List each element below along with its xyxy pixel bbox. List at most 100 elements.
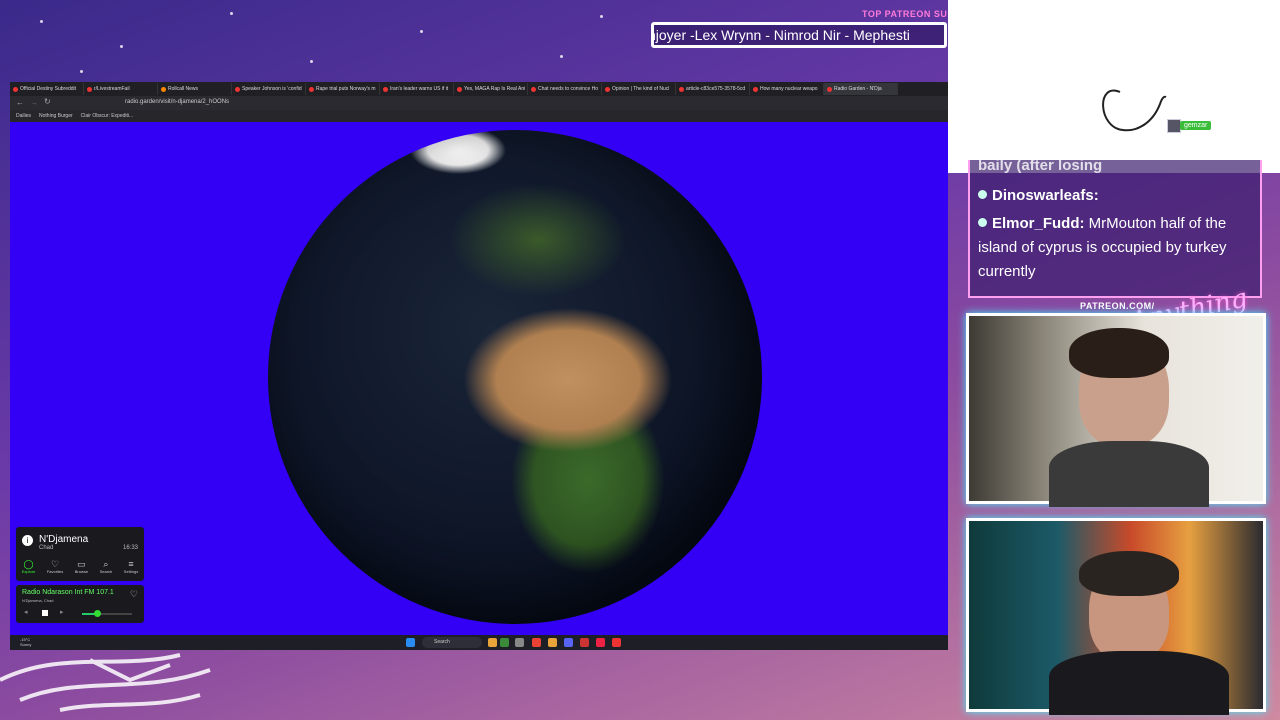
bookmark-item[interactable]: Dailies: [16, 113, 31, 119]
browser-tab[interactable]: Opinion | The kind of Nucl: [602, 83, 676, 95]
tab-label: Rollcall News: [168, 86, 199, 92]
chat-bubble-icon: [978, 218, 987, 227]
browser-tab[interactable]: Iran's leader warns US if it: [380, 83, 454, 95]
nav-search[interactable]: ⌕ Search: [100, 557, 113, 579]
nav-label: Browse: [74, 569, 89, 574]
nav-label: Explore: [21, 569, 36, 574]
next-icon[interactable]: ▸: [60, 608, 64, 616]
tab-label: Speaker Johnson is 'confid: [242, 86, 302, 92]
chat-message: baily (after losing: [970, 160, 1260, 178]
url-text[interactable]: radio.garden/visit/n-djamena/2_hOONs: [125, 99, 229, 105]
drawer-avatar: [1167, 119, 1181, 133]
chat-message: Elmor_Fudd: MrMouton half of the island …: [970, 212, 1260, 284]
tab-favicon-icon: [531, 86, 536, 92]
tab-label: Official Destiny Subreddit: [20, 86, 77, 92]
browser-tab[interactable]: Rollcall News: [158, 83, 232, 95]
drawing-stroke: [1102, 89, 1167, 132]
audio-player: Radio Ndarason Int FM 107.1 N'Djamena, C…: [16, 585, 144, 623]
radio-garden-nav: ◯ Explore ♡ Favorites ▭ Browse ⌕ Search ≡ Set…: [16, 557, 144, 579]
tab-favicon-icon: [753, 86, 758, 92]
chat-message: Dinoswarleafs:: [970, 184, 1260, 208]
tab-label: Opinion | The kind of Nucl: [612, 86, 670, 92]
tab-favicon-icon: [457, 86, 462, 92]
stop-button[interactable]: [42, 610, 48, 616]
tab-label: Iran's leader warns US if it: [390, 86, 449, 92]
tab-favicon-icon: [87, 86, 92, 92]
tab-favicon-icon: [161, 86, 166, 92]
tab-favicon-icon: [383, 86, 388, 92]
search-icon: ⌕: [103, 559, 109, 569]
tab-favicon-icon: [235, 86, 240, 92]
address-bar[interactable]: ← → ↻ radio.garden/visit/n-djamena/2_hOO…: [10, 96, 948, 110]
tab-label: How many nuclear weapo: [760, 86, 818, 92]
drawer-name-tag: gemzar: [1180, 121, 1212, 130]
now-playing-location: N'Djamena, Chad: [22, 598, 54, 603]
cracked-ground-decoration: [0, 653, 211, 712]
heart-icon: ♡: [51, 559, 60, 569]
volume-slider[interactable]: [82, 610, 132, 617]
forward-icon[interactable]: →: [30, 98, 38, 107]
tab-favicon-icon: [605, 86, 610, 92]
nav-label: Search: [99, 569, 113, 574]
nav-favorites[interactable]: ♡ Favorites: [47, 557, 63, 579]
tab-bar: Official Destiny Subreddit r/LivestreamFa…: [10, 82, 948, 96]
tab-label: article-c83ce575-3578-5cd: [686, 86, 746, 92]
bookmarks-bar: Dailies Nothing Burger Clair Obscur: Exp…: [10, 110, 948, 122]
patreon-ticker-text: njoyer -Lex Wrynn - Nimrod Nir - Mephest…: [651, 27, 910, 43]
browser-tab[interactable]: article-c83ce575-3578-5cd: [676, 83, 750, 95]
bookmark-item[interactable]: Nothing Burger: [39, 113, 73, 119]
now-playing-station[interactable]: Radio Ndarason Int FM 107.1: [22, 589, 114, 596]
browser-tab[interactable]: Radio Garden - N'Dja: [824, 83, 898, 95]
nav-label: Favorites: [46, 569, 64, 574]
radio-garden-viewport[interactable]: [10, 122, 948, 635]
chat-username: Elmor_Fudd:: [992, 215, 1085, 232]
reload-icon[interactable]: ↻: [44, 97, 51, 106]
chat-bubble-icon: [978, 190, 987, 199]
tab-label: r/LivestreamFail: [94, 86, 130, 92]
nav-explore[interactable]: ◯ Explore: [22, 557, 36, 579]
globe[interactable]: [268, 130, 762, 624]
browser-tab[interactable]: r/LivestreamFail: [84, 83, 158, 95]
map-icon: ▭: [77, 559, 86, 569]
browser-tab[interactable]: Official Destiny Subreddit: [10, 83, 84, 95]
browser-tab[interactable]: How many nuclear weapo: [750, 83, 824, 95]
tab-label: Rape trial puts Norway's m: [316, 86, 376, 92]
tab-favicon-icon: [309, 86, 314, 92]
nav-browse[interactable]: ▭ Browse: [75, 557, 88, 579]
browser-tab[interactable]: Speaker Johnson is 'confid: [232, 83, 306, 95]
tab-favicon-icon: [13, 86, 18, 92]
menu-icon: ≡: [128, 559, 134, 569]
tab-label: Yes, MAGA Rap Is Real Ani: [464, 86, 526, 92]
favorite-heart-icon[interactable]: ♡: [130, 589, 138, 600]
tab-favicon-icon: [827, 86, 832, 92]
browser-tab[interactable]: Yes, MAGA Rap Is Real Ani: [454, 83, 528, 95]
browser-tab[interactable]: Chat needs to convince Ho: [528, 83, 602, 95]
chat-username: baily (after losing: [978, 160, 1103, 174]
volume-knob[interactable]: [94, 610, 101, 617]
patreon-ticker: njoyer -Lex Wrynn - Nimrod Nir - Mephest…: [651, 22, 947, 48]
tab-favicon-icon: [679, 86, 684, 92]
drawing-canvas: [948, 0, 1280, 173]
streamer-shirt: [1049, 441, 1209, 507]
headset: [1079, 551, 1179, 596]
tab-label: Chat needs to convince Ho: [538, 86, 599, 92]
webcam-bottom: [966, 518, 1266, 715]
browser-window: Official Destiny Subreddit r/LivestreamFa…: [10, 82, 948, 650]
streamer-jacket: [1049, 651, 1229, 715]
streamer-hair: [1069, 328, 1169, 378]
chat-username: Dinoswarleafs:: [992, 187, 1099, 204]
webcam-top: [966, 313, 1266, 507]
station-country: Chad: [39, 545, 54, 551]
tab-label: Radio Garden - N'Dja: [834, 86, 882, 92]
back-icon[interactable]: ←: [16, 98, 24, 107]
local-time: 16:33: [122, 545, 138, 551]
nav-settings[interactable]: ≡ Settings: [124, 557, 138, 579]
patreon-banner-title: TOP PATREON SUBS: [862, 9, 961, 19]
info-icon[interactable]: i: [22, 535, 33, 546]
bookmark-item[interactable]: Clair Obscur: Expediti...: [81, 113, 134, 119]
nav-label: Settings: [123, 569, 139, 574]
previous-icon[interactable]: ◂: [24, 608, 28, 616]
chat-panel: baily (after losing Dinoswarleafs: Elmor…: [968, 160, 1262, 298]
browser-tab[interactable]: Rape trial puts Norway's m: [306, 83, 380, 95]
station-city: N'Djamena: [39, 534, 89, 545]
